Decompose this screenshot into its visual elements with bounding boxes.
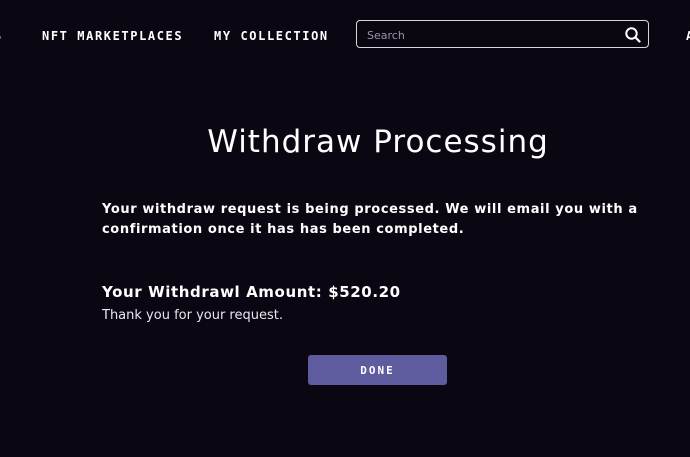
page-title: Withdraw Processing xyxy=(207,124,549,160)
withdrawal-amount: Your Withdrawl Amount: $520.20 xyxy=(102,283,401,301)
search-icon[interactable] xyxy=(624,26,642,44)
search-input[interactable] xyxy=(367,26,607,44)
thank-you-text: Thank you for your request. xyxy=(102,308,283,323)
search-box xyxy=(356,20,649,48)
nav-link-my-collection[interactable]: MY COLLECTION xyxy=(214,29,329,43)
done-button[interactable]: DONE xyxy=(308,355,447,385)
nav-link-clipped-right[interactable]: A xyxy=(686,29,690,43)
processing-message: Your withdraw request is being processed… xyxy=(102,202,638,237)
nav-link-nft-marketplaces[interactable]: NFT MARKETPLACES xyxy=(42,29,183,43)
withdraw-processing-page: S NFT MARKETPLACES MY COLLECTION A Withd… xyxy=(0,0,690,457)
nav-link-clipped-left[interactable]: S xyxy=(0,29,3,43)
